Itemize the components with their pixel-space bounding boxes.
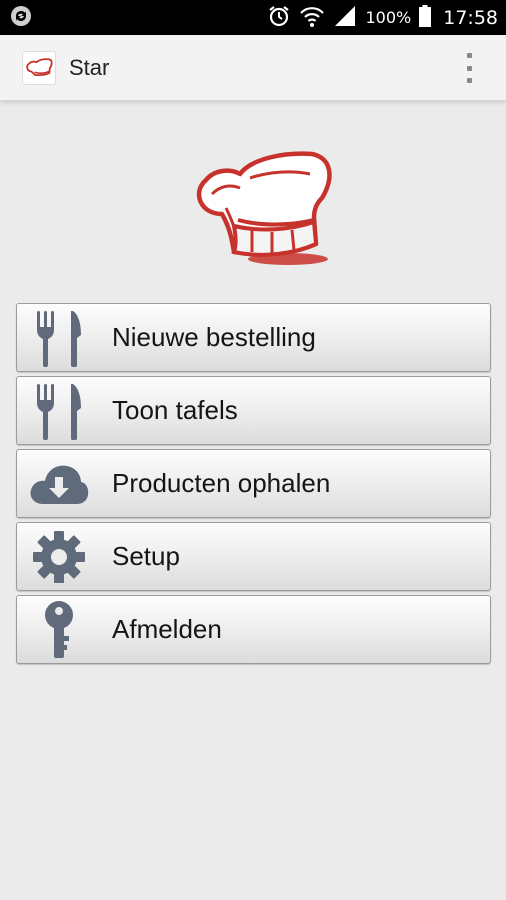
show-tables-button[interactable]: Toon tafels (16, 376, 491, 445)
fork-knife-icon (27, 382, 91, 440)
logout-label: Afmelden (112, 614, 222, 644)
new-order-button[interactable]: Nieuwe bestelling (16, 303, 491, 372)
main-menu: Nieuwe bestelling Toon tafels Producten … (16, 303, 491, 668)
hero-chef-hat-icon (190, 148, 336, 266)
sync-icon (10, 5, 32, 31)
status-bar: 100% 17:58 (0, 0, 506, 35)
signal-icon (333, 5, 357, 31)
wifi-icon (299, 4, 325, 32)
show-tables-label: Toon tafels (112, 395, 238, 425)
key-icon (27, 601, 91, 659)
new-order-label: Nieuwe bestelling (112, 322, 316, 352)
gear-icon (27, 528, 91, 586)
cloud-download-icon (27, 455, 91, 513)
chef-hat-icon (22, 50, 56, 85)
setup-label: Setup (112, 541, 180, 571)
app-bar: Star (0, 35, 506, 101)
fetch-products-button[interactable]: Producten ophalen (16, 449, 491, 518)
setup-button[interactable]: Setup (16, 522, 491, 591)
fork-knife-icon (27, 309, 91, 367)
more-vert-icon[interactable] (462, 53, 476, 83)
fetch-products-label: Producten ophalen (112, 468, 331, 498)
app-title: Star (69, 54, 110, 80)
alarm-icon (267, 4, 291, 32)
clock: 17:58 (443, 6, 498, 29)
battery-text: 100% (365, 8, 412, 27)
logout-button[interactable]: Afmelden (16, 595, 491, 664)
battery-icon (419, 4, 432, 31)
